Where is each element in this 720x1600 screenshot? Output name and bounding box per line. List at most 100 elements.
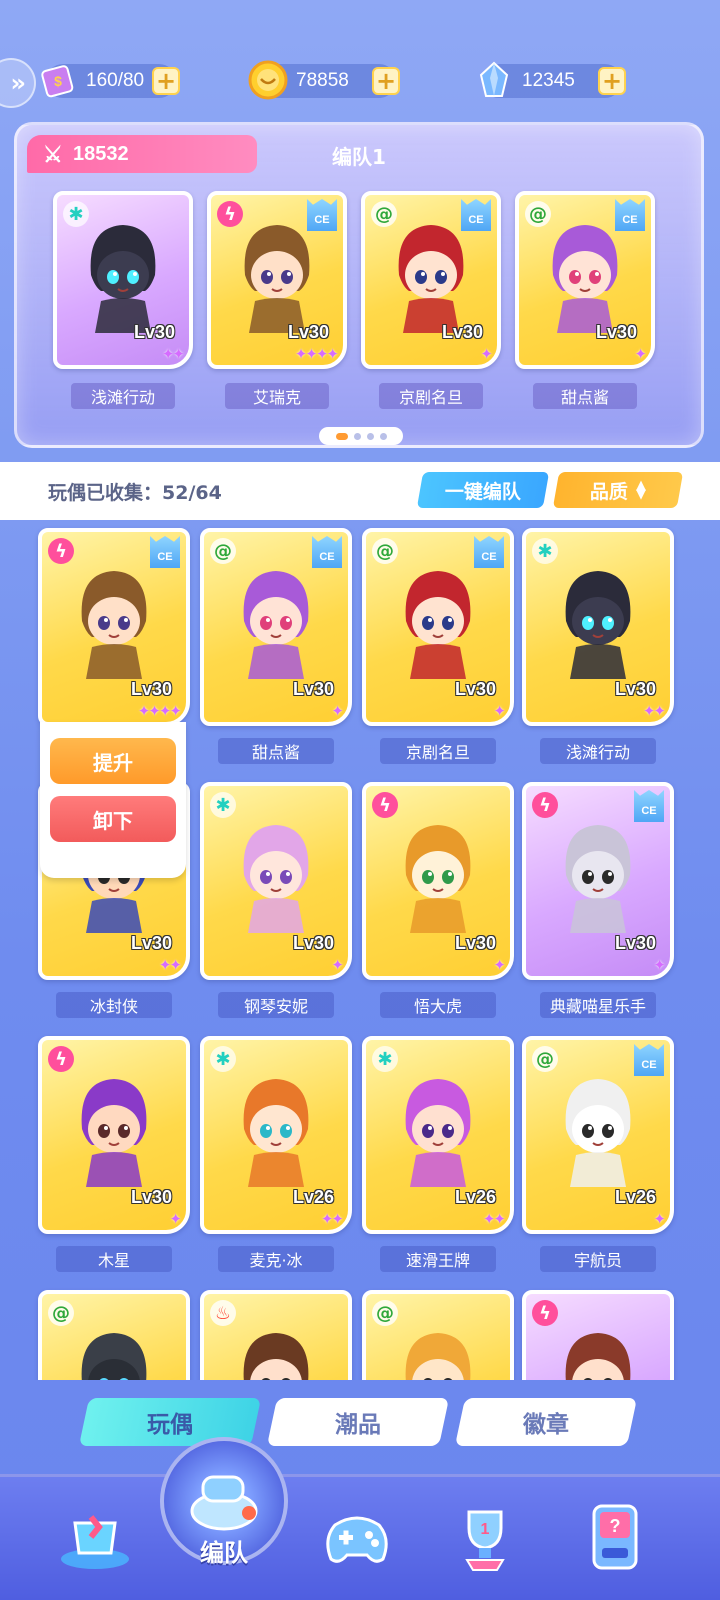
doll-card[interactable]: @ CE Lv26 ✦ [522,1036,674,1234]
doll-level: Lv30 [292,679,334,699]
doll-name: 浅滩行动 [540,738,656,764]
star-rating: ✦✦ [642,702,666,720]
ce-crown-badge: CE [474,536,504,568]
ce-crown-badge: CE [634,790,664,822]
swirl-element-icon: @ [210,538,236,564]
star-rating: ✦ [493,956,506,974]
nav-ranking[interactable]: 1 [440,1493,530,1583]
doll-name: 宇航员 [540,1246,656,1272]
doll-level: Lv26 [454,1187,496,1207]
character-portrait [81,571,147,680]
gamepad-icon [326,1516,388,1563]
doll-level: Lv30 [614,933,656,953]
nav-play[interactable] [312,1493,402,1583]
swirl-element-icon: @ [532,1046,558,1072]
ce-crown-badge: CE [150,536,180,568]
ce-crown-badge: CE [634,1044,664,1076]
svg-text:?: ? [610,1516,621,1536]
star-rating: ✦ [493,702,506,720]
doll-level: Lv26 [614,1187,656,1207]
bolt-element-icon: ϟ [532,1300,558,1326]
doll-card[interactable]: ✱ Lv30 ✦✦ [522,528,674,726]
grid-doll-item[interactable]: ♨ [200,1290,352,1380]
grid-doll-item[interactable]: ϟ Lv30 ✦ 悟大虎 [362,782,514,1018]
doll-card[interactable]: @ CE Lv30 ✦ [200,528,352,726]
vending-machine-icon: ? [592,1504,638,1570]
star-rating: ✦ [169,1210,182,1228]
doll-card[interactable]: ✱ Lv30 ✦ [200,782,352,980]
doll-level: Lv26 [292,1187,334,1207]
nav-mystery[interactable]: ? [570,1493,660,1583]
doll-card[interactable]: ϟ [522,1290,674,1380]
character-portrait [405,1079,471,1188]
ice-element-icon: ✱ [372,1046,398,1072]
grid-doll-item[interactable]: @ [38,1290,190,1380]
star-rating: ✦✦ [158,956,182,974]
tab-badges[interactable]: 徽章 [454,1398,638,1446]
tab-dolls-label: 玩偶 [147,1412,193,1438]
grid-doll-item[interactable]: ✱ Lv26 ✦✦ 麦克·冰 [200,1036,352,1272]
ice-element-icon: ✱ [210,792,236,818]
grid-doll-item[interactable]: @ CE Lv30 ✦ 甜点酱 [200,528,352,764]
nav-shop[interactable] [50,1493,140,1583]
grid-doll-item[interactable]: ϟ Lv30 ✦ 木星 [38,1036,190,1272]
bolt-element-icon: ϟ [48,1046,74,1072]
doll-card[interactable]: @ [38,1290,190,1380]
grid-doll-item[interactable]: ✱ Lv26 ✦✦ 速滑王牌 [362,1036,514,1272]
doll-card[interactable]: ♨ [200,1290,352,1380]
doll-card[interactable]: ϟ CE Lv30 ✦ [522,782,674,980]
doll-card[interactable]: @ CE Lv30 ✦ [362,528,514,726]
character-portrait [565,825,631,934]
doll-card[interactable]: ✱ Lv26 ✦✦ [362,1036,514,1234]
upgrade-button[interactable]: 提升 [50,738,176,784]
doll-card[interactable]: @ [362,1290,514,1380]
tab-trendy[interactable]: 潮品 [266,1398,450,1446]
doll-level: Lv30 [130,1187,172,1207]
doll-name: 悟大虎 [380,992,496,1018]
grid-doll-item[interactable]: @ CE Lv26 ✦ 宇航员 [522,1036,674,1272]
doll-card[interactable]: ϟ Lv30 ✦ [362,782,514,980]
doll-card[interactable]: ✱ Lv26 ✦✦ [200,1036,352,1234]
doll-name: 京剧名旦 [380,738,496,764]
character-portrait [243,1333,309,1380]
star-rating: ✦ [331,956,344,974]
grid-doll-item[interactable]: ✱ Lv30 ✦✦ 浅滩行动 [522,528,674,764]
bolt-element-icon: ϟ [532,792,558,818]
doll-level: Lv30 [130,679,172,699]
swirl-element-icon: @ [372,1300,398,1326]
svg-text:1: 1 [481,1521,490,1538]
grid-doll-item[interactable]: ϟ [522,1290,674,1380]
grid-doll-item[interactable]: @ [362,1290,514,1380]
bolt-element-icon: ϟ [372,792,398,818]
star-rating: ✦ [653,1210,666,1228]
star-rating: ✦✦✦✦ [137,702,182,720]
nav-team-label: 编队 [200,1539,248,1567]
grid-doll-item[interactable]: @ CE Lv30 ✦ 京剧名旦 [362,528,514,764]
doll-name: 冰封侠 [56,992,172,1018]
character-portrait [81,1079,147,1188]
grid-doll-item[interactable]: ϟ CE Lv30 ✦ 典藏喵星乐手 [522,782,674,1018]
character-portrait [243,825,309,934]
doll-name: 速滑王牌 [380,1246,496,1272]
doll-name: 钢琴安妮 [218,992,334,1018]
swirl-element-icon: @ [372,538,398,564]
category-tabs: 玩偶 潮品 徽章 [0,1398,720,1458]
grid-doll-item[interactable]: ✱ Lv30 ✦ 钢琴安妮 [200,782,352,1018]
doll-level: Lv30 [614,679,656,699]
trophy-icon: 1 [465,1510,505,1571]
grid-doll-item[interactable]: ϟ CE Lv30 ✦✦✦✦ [38,528,190,726]
character-portrait [405,825,471,934]
star-rating: ✦ [331,702,344,720]
doll-card[interactable]: ϟ CE Lv30 ✦✦✦✦ [38,528,190,726]
doll-level: Lv30 [454,679,496,699]
character-portrait [565,1079,631,1188]
team-whistle-icon [190,1475,258,1531]
doll-name: 甜点酱 [218,738,334,764]
character-portrait [81,1333,147,1380]
ce-crown-badge: CE [312,536,342,568]
doll-card[interactable]: ϟ Lv30 ✦ [38,1036,190,1234]
character-portrait [565,1333,631,1380]
character-portrait [243,1079,309,1188]
fire-element-icon: ♨ [210,1300,236,1326]
unload-button[interactable]: 卸下 [50,796,176,842]
